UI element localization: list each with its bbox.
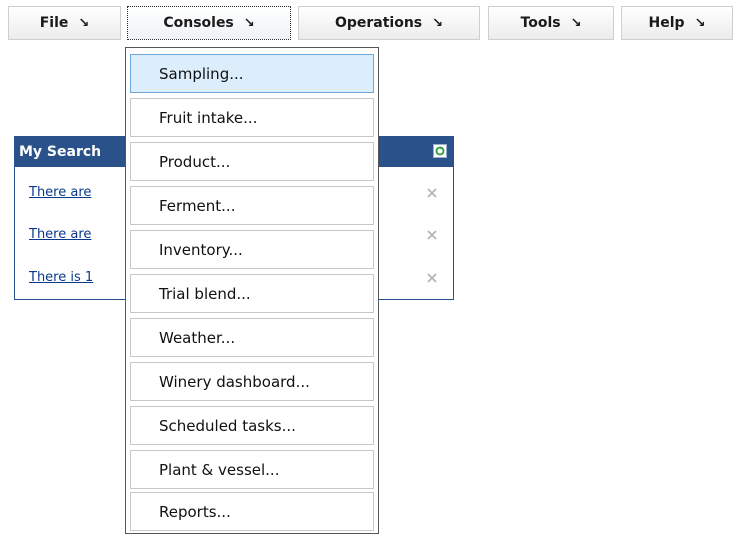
menu-item-plant-vessel[interactable]: Plant & vessel... xyxy=(130,450,374,489)
close-icon[interactable] xyxy=(425,228,439,242)
arrow-down-right-icon: ↘ xyxy=(78,15,90,31)
menu-tools-label: Tools xyxy=(520,15,561,31)
close-icon[interactable] xyxy=(425,271,439,285)
menu-item-inventory[interactable]: Inventory... xyxy=(130,230,374,269)
menu-file[interactable]: File ↘ xyxy=(8,6,121,40)
menu-item-ferment[interactable]: Ferment... xyxy=(130,186,374,225)
arrow-down-right-icon: ↘ xyxy=(694,15,706,31)
menu-operations-label: Operations xyxy=(334,15,423,31)
menu-item-fruit-intake[interactable]: Fruit intake... xyxy=(130,98,374,137)
search-result-link[interactable]: There are xyxy=(29,227,91,242)
arrow-down-right-icon: ↘ xyxy=(243,15,255,31)
refresh-icon[interactable] xyxy=(433,144,447,158)
menu-tools[interactable]: Tools ↘ xyxy=(488,6,614,40)
menu-item-product[interactable]: Product... xyxy=(130,142,374,181)
menu-item-trial-blend[interactable]: Trial blend... xyxy=(130,274,374,313)
menu-consoles[interactable]: Consoles ↘ xyxy=(127,6,291,40)
menu-bar: File ↘ Consoles ↘ Operations ↘ Tools ↘ H… xyxy=(8,6,733,42)
panel-title: My Search xyxy=(19,144,102,160)
search-result-link[interactable]: There are xyxy=(29,185,91,200)
menu-item-scheduled-tasks[interactable]: Scheduled tasks... xyxy=(130,406,374,445)
menu-consoles-label: Consoles xyxy=(163,15,234,31)
menu-help[interactable]: Help ↘ xyxy=(621,6,733,40)
menu-file-label: File xyxy=(39,15,69,31)
consoles-dropdown: Sampling... Fruit intake... Product... F… xyxy=(125,47,379,534)
menu-item-sampling[interactable]: Sampling... xyxy=(130,54,374,93)
menu-item-weather[interactable]: Weather... xyxy=(130,318,374,357)
arrow-down-right-icon: ↘ xyxy=(432,15,444,31)
menu-item-winery-dashboard[interactable]: Winery dashboard... xyxy=(130,362,374,401)
menu-operations[interactable]: Operations ↘ xyxy=(298,6,480,40)
menu-help-label: Help xyxy=(648,15,685,31)
search-result-link[interactable]: There is 1 xyxy=(29,270,93,285)
arrow-down-right-icon: ↘ xyxy=(570,15,582,31)
menu-item-reports[interactable]: Reports... xyxy=(130,492,374,531)
close-icon[interactable] xyxy=(425,186,439,200)
